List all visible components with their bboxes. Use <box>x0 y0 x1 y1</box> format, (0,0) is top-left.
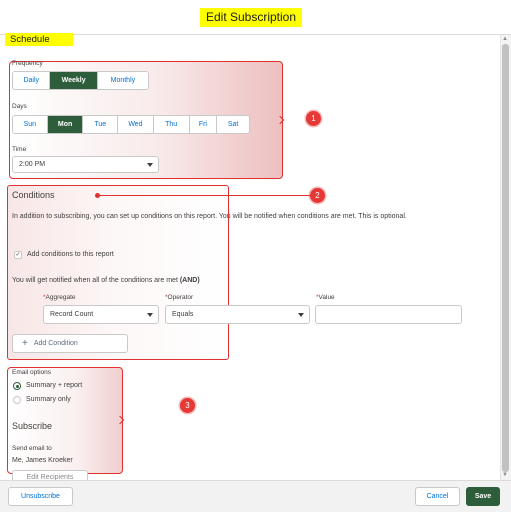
day-wed-button[interactable]: Wed <box>118 116 154 133</box>
add-conditions-checkbox[interactable]: ✓ <box>14 251 22 259</box>
conditions-description: In addition to subscribing, you can set … <box>12 213 407 220</box>
day-mon-button[interactable]: Mon <box>47 116 84 133</box>
modal-title: Edit Subscription <box>200 8 302 27</box>
callout-badge-1: 1 <box>306 111 321 126</box>
plus-icon: + <box>22 338 28 349</box>
chevron-down-icon <box>298 312 304 317</box>
operator-label-text: Operator <box>167 294 194 301</box>
unsubscribe-button[interactable]: Unsubscribe <box>8 487 73 506</box>
day-fri-button[interactable]: Fri <box>189 116 218 133</box>
day-sat-button[interactable]: Sat <box>217 116 249 133</box>
email-summary-only-radio[interactable] <box>13 396 21 404</box>
scrollbar-thumb[interactable] <box>502 44 509 472</box>
recipient-text: Me, James Kroeker <box>12 457 73 464</box>
callout-2-pointer-line <box>98 195 310 197</box>
time-select[interactable]: 2:00 PM <box>12 156 159 173</box>
scroll-down-arrow-icon[interactable]: ▼ <box>502 472 508 478</box>
add-condition-button[interactable]: + Add Condition <box>12 334 128 353</box>
time-select-value: 2:00 PM <box>19 161 46 168</box>
email-options-label: Email options <box>12 369 52 376</box>
days-label: Days <box>12 103 27 110</box>
notify-text: You will get notified when all of the co… <box>12 277 200 284</box>
value-label: *Value <box>316 294 335 301</box>
scroll-up-arrow-icon[interactable]: ▲ <box>502 36 508 42</box>
schedule-section-title: Schedule <box>5 33 73 46</box>
frequency-monthly-button[interactable]: Monthly <box>97 72 148 89</box>
cancel-button[interactable]: Cancel <box>415 487 460 506</box>
notify-logic: (AND) <box>179 277 200 284</box>
value-input[interactable] <box>315 305 462 324</box>
save-button[interactable]: Save <box>466 487 500 506</box>
send-email-label: Send email to <box>12 445 52 452</box>
callout-badge-3: 3 <box>180 398 195 413</box>
aggregate-label-text: Aggregate <box>45 294 76 301</box>
subscribe-title: Subscribe <box>12 421 53 431</box>
email-summary-report-radio[interactable] <box>13 382 21 390</box>
aggregate-select[interactable]: Record Count <box>43 305 159 324</box>
operator-select-value: Equals <box>172 311 194 318</box>
days-button-group: Sun Mon Tue Wed Thu Fri Sat <box>12 115 250 134</box>
frequency-label: Frequency <box>12 60 43 67</box>
add-conditions-label: Add conditions to this report <box>27 251 114 258</box>
time-label: Time <box>12 146 27 153</box>
email-summary-report-label: Summary + report <box>26 382 83 389</box>
aggregate-select-value: Record Count <box>50 311 94 318</box>
add-condition-label: Add Condition <box>33 340 78 347</box>
value-label-text: Value <box>318 294 335 301</box>
chevron-down-icon <box>147 312 153 317</box>
operator-label: *Operator <box>165 294 194 301</box>
conditions-title: Conditions <box>12 190 55 200</box>
chevron-down-icon <box>147 162 153 167</box>
day-sun-button[interactable]: Sun <box>13 116 48 133</box>
email-summary-only-label: Summary only <box>26 396 71 403</box>
day-tue-button[interactable]: Tue <box>83 116 119 133</box>
operator-select[interactable]: Equals <box>165 305 310 324</box>
frequency-daily-button[interactable]: Daily <box>13 72 51 89</box>
callout-badge-2: 2 <box>310 188 325 203</box>
aggregate-label: *Aggregate <box>43 294 76 301</box>
notify-text-prefix: You will get notified when all of the co… <box>12 277 180 284</box>
frequency-button-group: Daily Weekly Monthly <box>12 71 149 90</box>
day-thu-button[interactable]: Thu <box>153 116 190 133</box>
header-divider <box>0 34 511 35</box>
frequency-weekly-button[interactable]: Weekly <box>50 72 98 89</box>
